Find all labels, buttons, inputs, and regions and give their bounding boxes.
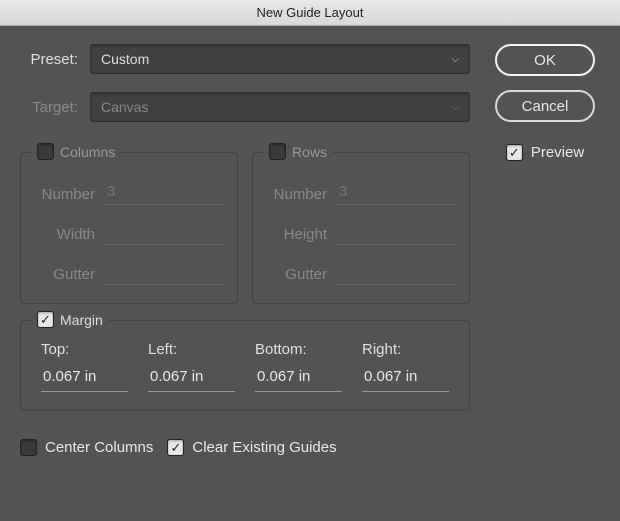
margin-right-input[interactable]: 0.067 in: [362, 368, 449, 392]
columns-title: Columns: [60, 144, 115, 160]
rows-gutter-input: [335, 263, 455, 285]
columns-gutter-label: Gutter: [35, 266, 95, 283]
rows-panel: Rows Number 3 Height Gutter: [252, 152, 470, 304]
margin-left-input[interactable]: 0.067 in: [148, 368, 235, 392]
rows-number-label: Number: [267, 186, 327, 203]
clear-guides-checkbox[interactable]: ✓: [167, 439, 184, 456]
rows-number-input: 3: [335, 183, 455, 205]
margin-panel: ✓ Margin Top: 0.067 in Left: 0.067 in Bo…: [20, 320, 470, 411]
margin-checkbox[interactable]: ✓: [37, 311, 54, 328]
columns-width-input: [103, 223, 223, 245]
target-select: Canvas ⌵: [90, 92, 470, 122]
dialog-titlebar: New Guide Layout: [0, 0, 620, 26]
chevron-down-icon: ⌵: [451, 102, 459, 113]
margin-bottom-label: Bottom:: [255, 341, 342, 358]
preset-value: Custom: [101, 51, 149, 67]
center-columns-label: Center Columns: [45, 439, 153, 456]
columns-checkbox[interactable]: [37, 143, 54, 160]
rows-title: Rows: [292, 144, 327, 160]
dialog-title: New Guide Layout: [257, 5, 364, 20]
margin-title: Margin: [60, 312, 103, 328]
margin-left-label: Left:: [148, 341, 235, 358]
preset-select[interactable]: Custom ⌵: [90, 44, 470, 74]
rows-height-input: [335, 223, 455, 245]
margin-right-label: Right:: [362, 341, 449, 358]
columns-panel: Columns Number 3 Width Gutter: [20, 152, 238, 304]
ok-button[interactable]: OK: [495, 44, 595, 76]
preview-label: Preview: [531, 144, 584, 161]
columns-number-input: 3: [103, 183, 223, 205]
clear-guides-label: Clear Existing Guides: [192, 439, 336, 456]
columns-width-label: Width: [35, 226, 95, 243]
cancel-button[interactable]: Cancel: [495, 90, 595, 122]
rows-height-label: Height: [267, 226, 327, 243]
margin-top-input[interactable]: 0.067 in: [41, 368, 128, 392]
preview-checkbox[interactable]: ✓: [506, 144, 523, 161]
target-label: Target:: [20, 99, 78, 116]
rows-gutter-label: Gutter: [267, 266, 327, 283]
center-columns-checkbox[interactable]: [20, 439, 37, 456]
target-value: Canvas: [101, 99, 148, 115]
columns-number-label: Number: [35, 186, 95, 203]
chevron-down-icon: ⌵: [451, 54, 459, 65]
preset-label: Preset:: [20, 51, 78, 68]
margin-top-label: Top:: [41, 341, 128, 358]
columns-gutter-input: [103, 263, 223, 285]
margin-bottom-input[interactable]: 0.067 in: [255, 368, 342, 392]
rows-checkbox[interactable]: [269, 143, 286, 160]
